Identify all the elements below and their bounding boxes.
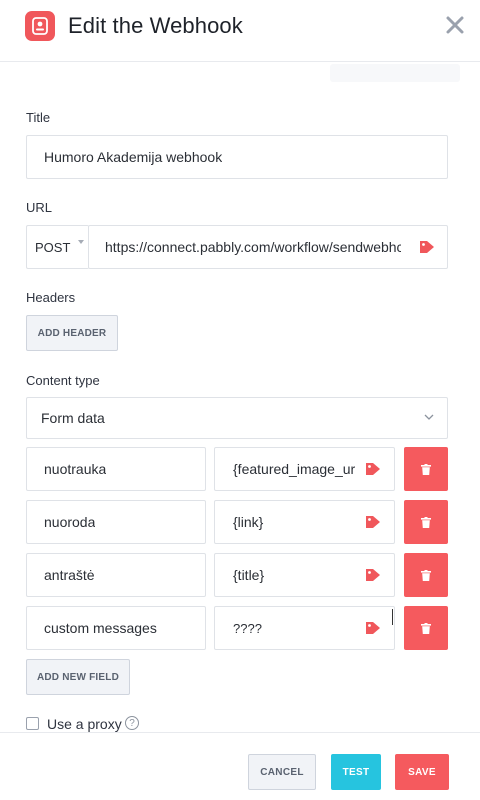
title-label: Title xyxy=(26,110,51,125)
url-input-value: https://connect.pabbly.com/workflow/send… xyxy=(105,239,401,255)
content-type-chevron-down-icon xyxy=(424,414,434,420)
close-icon[interactable] xyxy=(445,15,465,35)
text-cursor xyxy=(392,609,393,625)
title-input-value: Humoro Akademija webhook xyxy=(44,149,223,165)
webhook-logo-icon xyxy=(25,11,55,41)
add-header-button[interactable]: ADD HEADER xyxy=(26,315,118,351)
field-value-input[interactable]: {featured_image_ur xyxy=(214,447,395,491)
trash-icon xyxy=(421,622,431,634)
delete-field-button[interactable] xyxy=(404,606,448,650)
field-key-input[interactable]: antraštė xyxy=(26,553,206,597)
method-chevron-down-icon xyxy=(78,240,84,244)
help-icon[interactable]: ? xyxy=(125,716,139,730)
field-tag-icon[interactable] xyxy=(365,568,381,582)
field-key-value: custom messages xyxy=(44,620,157,636)
content-type-label: Content type xyxy=(26,373,100,388)
field-key-input[interactable]: custom messages xyxy=(26,606,206,650)
delete-field-button[interactable] xyxy=(404,553,448,597)
content-type-value: Form data xyxy=(41,410,105,426)
headers-label: Headers xyxy=(26,290,76,305)
field-value-value: {title} xyxy=(233,567,265,583)
field-tag-icon[interactable] xyxy=(365,515,381,529)
method-select[interactable]: POST xyxy=(26,225,89,269)
content-type-select[interactable]: Form data xyxy=(26,397,448,439)
url-tag-icon[interactable] xyxy=(419,240,435,254)
header-shadow-bar xyxy=(330,64,460,82)
field-key-value: nuotrauka xyxy=(44,461,107,477)
method-value: POST xyxy=(35,239,71,255)
field-value-value: {link} xyxy=(233,514,264,530)
save-button[interactable]: SAVE xyxy=(395,754,449,790)
field-value-value: ???? xyxy=(233,620,262,636)
dialog-title: Edit the Webhook xyxy=(68,13,243,38)
test-button[interactable]: TEST xyxy=(331,754,381,790)
field-key-value: nuoroda xyxy=(44,514,96,530)
field-key-input[interactable]: nuoroda xyxy=(26,500,206,544)
trash-icon xyxy=(421,463,431,475)
field-tag-icon[interactable] xyxy=(365,621,381,635)
dialog-header: Edit the Webhook xyxy=(0,0,480,62)
add-new-field-button[interactable]: ADD NEW FIELD xyxy=(26,659,130,695)
field-tag-icon[interactable] xyxy=(365,462,381,476)
delete-field-button[interactable] xyxy=(404,500,448,544)
trash-icon xyxy=(421,569,431,581)
url-label: URL xyxy=(26,200,53,215)
field-key-value: antraštė xyxy=(44,567,95,583)
delete-field-button[interactable] xyxy=(404,447,448,491)
field-value-input[interactable]: ???? xyxy=(214,606,395,650)
field-value-input[interactable]: {title} xyxy=(214,553,395,597)
use-proxy-checkbox[interactable] xyxy=(26,717,39,730)
trash-icon xyxy=(421,516,431,528)
title-input[interactable]: Humoro Akademija webhook xyxy=(26,135,448,179)
help-icon-glyph: ? xyxy=(129,717,135,729)
field-value-input[interactable]: {link} xyxy=(214,500,395,544)
url-input[interactable]: https://connect.pabbly.com/workflow/send… xyxy=(88,225,448,269)
field-key-input[interactable]: nuotrauka xyxy=(26,447,206,491)
use-proxy-label: Use a proxy xyxy=(47,716,122,732)
cancel-button[interactable]: CANCEL xyxy=(248,754,316,790)
field-value-value: {featured_image_ur xyxy=(233,461,356,477)
